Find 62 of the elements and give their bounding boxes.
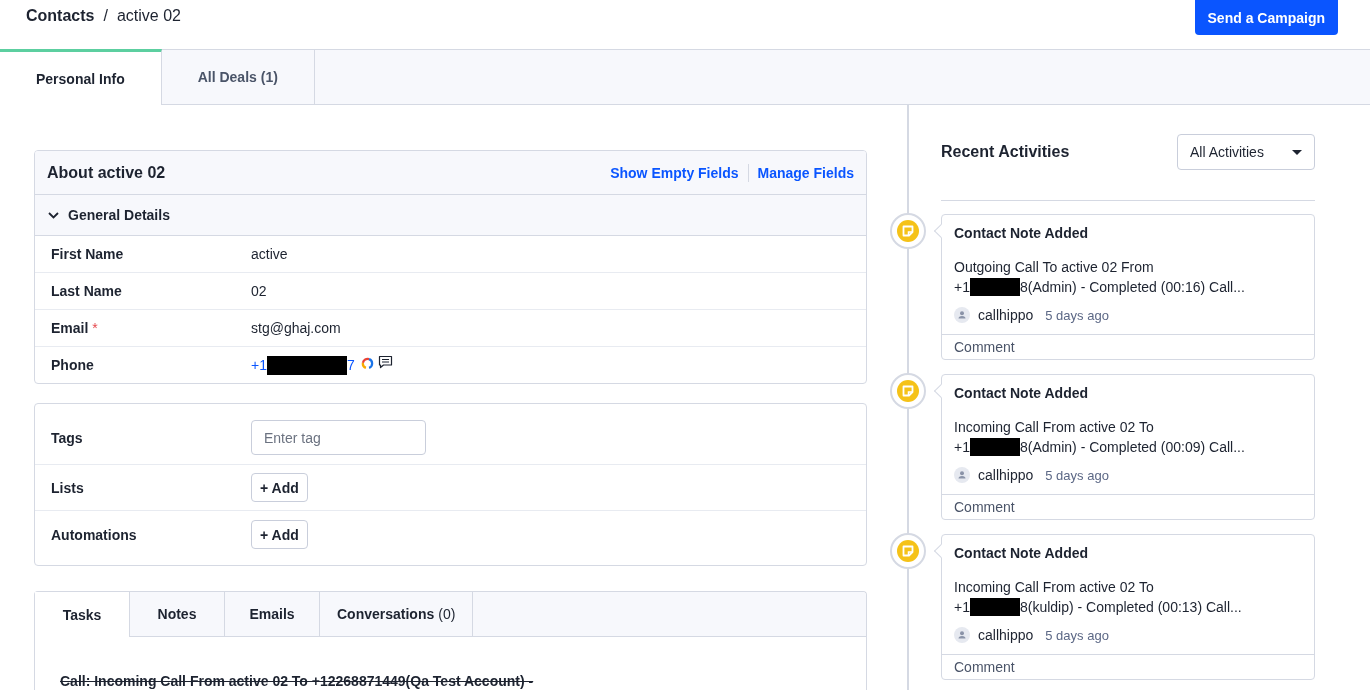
tag-input[interactable]: Enter tag	[251, 420, 426, 455]
field-label: Lists	[51, 479, 84, 496]
ring-icon[interactable]	[360, 356, 374, 370]
redaction-bar	[969, 438, 1020, 456]
header-link[interactable]: Manage Fields	[757, 164, 854, 181]
field-label: Last Name	[51, 283, 122, 299]
tab[interactable]: All Deals (1)	[161, 50, 315, 104]
phone-link[interactable]: +1 7	[251, 355, 355, 375]
tab[interactable]: Emails	[225, 592, 320, 636]
card-title: About active 02	[47, 163, 166, 182]
redaction-bar	[969, 598, 1020, 616]
call-summary: 8(kuldip) - Completed (00:13) Call...	[1019, 598, 1242, 617]
activity-description: Incoming Call From active 02 To	[954, 418, 1154, 437]
author-name: callhippo	[978, 627, 1034, 643]
user-avatar-icon	[954, 467, 970, 483]
user-avatar-icon	[954, 307, 970, 323]
call-summary: 8(Admin) - Completed (00:16) Call...	[1019, 278, 1245, 297]
panel-title: Recent Activities	[941, 143, 1070, 161]
section-toggle[interactable]: General Details	[35, 195, 866, 236]
tab[interactable]: Conversations (0)	[320, 592, 474, 636]
phone-prefix: +1	[954, 598, 970, 617]
activity-filter-dropdown[interactable]: All Activities	[1177, 134, 1315, 170]
breadcrumb-current: active 02	[116, 6, 181, 25]
activity-title: Contact Note Added	[954, 224, 1089, 243]
phone-prefix: +1	[954, 278, 970, 297]
field-label: First Name	[51, 246, 124, 262]
add-button[interactable]: + Add	[251, 473, 308, 502]
field-value: active	[251, 246, 288, 262]
call-summary: 8(Admin) - Completed (00:09) Call...	[1019, 438, 1245, 457]
field-value: 02	[251, 283, 267, 299]
comment-button[interactable]: Comment	[942, 494, 1314, 519]
caret-down-icon	[1292, 149, 1302, 155]
comment-button[interactable]: Comment	[942, 334, 1314, 359]
activity-title: Contact Note Added	[954, 544, 1089, 563]
field-label: Tags	[51, 429, 83, 446]
tab[interactable]: Tasks	[35, 592, 130, 637]
phone-prefix: +1	[954, 438, 970, 457]
task-title: Call: Incoming Call From active 02 To +12268871449(Qa Test Account) -	[60, 673, 534, 689]
activity-description: Incoming Call From active 02 To	[954, 578, 1154, 597]
activity-title: Contact Note Added	[954, 384, 1089, 403]
message-icon[interactable]	[377, 355, 393, 369]
user-avatar-icon	[954, 627, 970, 643]
header-link[interactable]: Show Empty Fields	[610, 164, 739, 181]
send-campaign-button[interactable]: Send a Campaign	[1194, 0, 1338, 35]
activity-time: 5 days ago	[1045, 467, 1109, 483]
required-mark: *	[92, 320, 98, 336]
redaction-bar	[969, 278, 1020, 296]
add-button[interactable]: + Add	[251, 520, 308, 549]
field-label: Email	[51, 320, 89, 336]
breadcrumb-link[interactable]: Contacts	[26, 6, 95, 25]
activity-description: Outgoing Call To active 02 From	[954, 258, 1154, 277]
comment-button[interactable]: Comment	[942, 654, 1314, 679]
activity-time: 5 days ago	[1045, 627, 1109, 643]
field-value: stg@ghaj.com	[251, 320, 341, 336]
author-name: callhippo	[978, 467, 1034, 483]
tab[interactable]: Personal Info	[0, 49, 162, 105]
breadcrumb-separator: /	[103, 6, 108, 25]
field-label: Automations	[51, 526, 137, 543]
tab[interactable]: Notes	[130, 592, 225, 636]
activity-time: 5 days ago	[1045, 307, 1109, 323]
field-label: Phone	[51, 357, 94, 373]
author-name: callhippo	[978, 307, 1034, 323]
